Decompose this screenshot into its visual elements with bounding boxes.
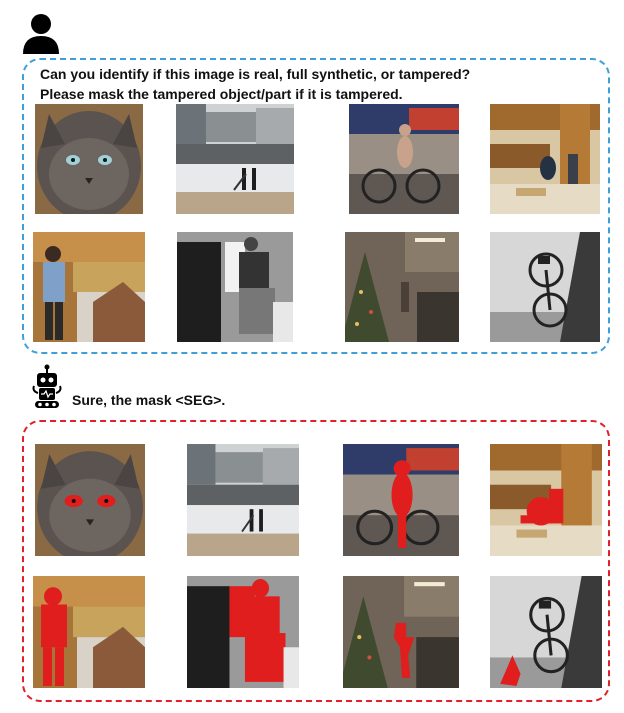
woman-gingerbread-photo <box>33 232 145 342</box>
kitchen-christmas-tree-photo <box>345 232 459 342</box>
woman-bicycle-photo <box>349 104 459 214</box>
woman-bicycle-photo-masked <box>343 444 459 556</box>
fridge-person-photo-masked <box>187 576 299 688</box>
hanging-bicycle-photo-masked <box>490 576 602 688</box>
user-icon <box>22 12 60 54</box>
fridge-person-photo <box>177 232 293 342</box>
prompt-line-2: Please mask the tampered object/part if … <box>40 86 403 102</box>
beach-surfers-photo-masked <box>187 444 299 556</box>
hanging-bicycle-photo <box>490 232 600 342</box>
prompt-text: Can you identify if this image is real, … <box>40 64 600 104</box>
cat-photo <box>35 104 143 214</box>
kitchen-people-photo-masked <box>490 444 602 556</box>
kitchen-christmas-tree-photo-masked <box>343 576 459 688</box>
prompt-line-1: Can you identify if this image is real, … <box>40 66 471 82</box>
woman-gingerbread-photo-masked <box>33 576 145 688</box>
kitchen-people-photo <box>490 104 600 214</box>
cat-photo-masked <box>35 444 145 556</box>
beach-surfers-photo <box>176 104 294 214</box>
robot-icon <box>30 364 64 410</box>
assistant-reply: Sure, the mask <SEG>. <box>72 392 226 408</box>
